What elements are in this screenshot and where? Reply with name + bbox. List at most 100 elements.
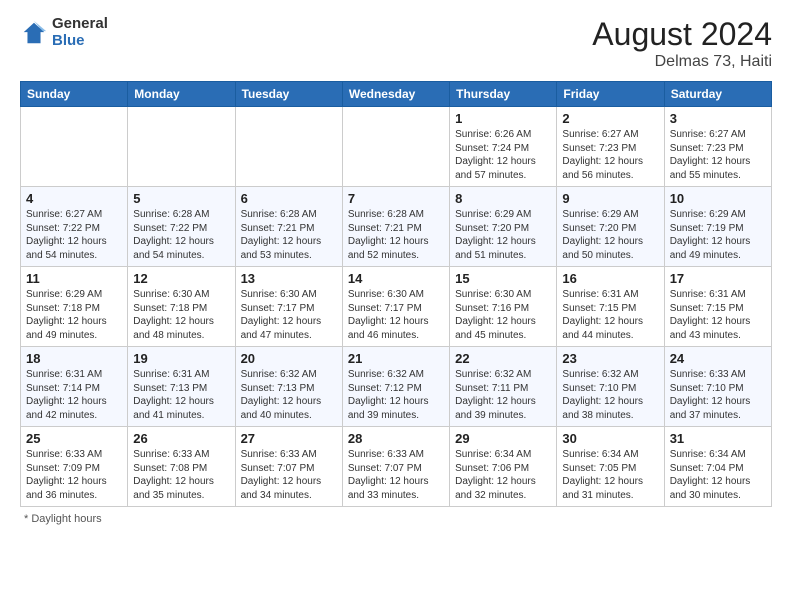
week-row-2: 4 Sunrise: 6:27 AM Sunset: 7:22 PM Daylig… — [21, 187, 772, 267]
day-info: Sunrise: 6:28 AM Sunset: 7:22 PM Dayligh… — [133, 208, 229, 262]
day-info: Sunrise: 6:30 AM Sunset: 7:16 PM Dayligh… — [455, 288, 551, 342]
day-cell: 28Sunrise: 6:33 AM Sunset: 7:07 PM Dayli… — [342, 427, 449, 507]
day-cell — [342, 107, 449, 187]
day-number: 21 — [348, 351, 444, 366]
title-block: August 2024 Delmas 73, Haiti — [592, 16, 772, 71]
logo-icon — [20, 19, 48, 47]
day-number: 26 — [133, 431, 229, 446]
day-number: 27 — [241, 431, 337, 446]
day-number: 5 — [133, 191, 229, 206]
day-cell: 19 Sunrise: 6:31 AM Sunset: 7:13 PM Dayli… — [128, 347, 235, 427]
col-header-tuesday: Tuesday — [235, 82, 342, 107]
day-cell: 30 Sunrise: 6:34 AM Sunset: 7:05 PM Dayli… — [557, 427, 664, 507]
location: Delmas 73, Haiti — [592, 53, 772, 71]
day-cell: 6 Sunrise: 6:28 AM Sunset: 7:21 PM Daylig… — [235, 187, 342, 267]
day-info: Sunrise: 6:29 AM Sunset: 7:18 PM Dayligh… — [26, 288, 122, 342]
day-number: 29 — [455, 431, 551, 446]
day-number: 3 — [670, 111, 766, 126]
day-info: Sunrise: 6:34 AM Sunset: 7:04 PM Dayligh… — [670, 448, 766, 502]
day-info: Sunrise: 6:33 AM Sunset: 7:07 PM Dayligh… — [348, 448, 444, 502]
day-cell: 8 Sunrise: 6:29 AM Sunset: 7:20 PM Daylig… — [450, 187, 557, 267]
day-cell: 4 Sunrise: 6:27 AM Sunset: 7:22 PM Daylig… — [21, 187, 128, 267]
day-number: 6 — [241, 191, 337, 206]
week-row-3: 11 Sunrise: 6:29 AM Sunset: 7:18 PM Dayli… — [21, 267, 772, 347]
day-number: 8 — [455, 191, 551, 206]
day-cell: 26 Sunrise: 6:33 AM Sunset: 7:08 PM Dayli… — [128, 427, 235, 507]
col-header-saturday: Saturday — [664, 82, 771, 107]
day-info: Sunrise: 6:27 AM Sunset: 7:22 PM Dayligh… — [26, 208, 122, 262]
day-cell: 1 Sunrise: 6:26 AM Sunset: 7:24 PM Daylig… — [450, 107, 557, 187]
day-info: Sunrise: 6:33 AM Sunset: 7:08 PM Dayligh… — [133, 448, 229, 502]
day-info: Sunrise: 6:33 AM Sunset: 7:10 PM Dayligh… — [670, 368, 766, 422]
day-info: Sunrise: 6:33 AM Sunset: 7:07 PM Dayligh… — [241, 448, 337, 502]
day-number: 19 — [133, 351, 229, 366]
day-cell — [235, 107, 342, 187]
day-number: 17 — [670, 271, 766, 286]
day-cell: 25Sunrise: 6:33 AM Sunset: 7:09 PM Dayli… — [21, 427, 128, 507]
day-number: 18 — [26, 351, 122, 366]
day-number: 25 — [26, 431, 122, 446]
day-cell: 15Sunrise: 6:30 AM Sunset: 7:16 PM Dayli… — [450, 267, 557, 347]
day-number: 31 — [670, 431, 766, 446]
day-number: 7 — [348, 191, 444, 206]
day-info: Sunrise: 6:28 AM Sunset: 7:21 PM Dayligh… — [241, 208, 337, 262]
day-info: Sunrise: 6:32 AM Sunset: 7:11 PM Dayligh… — [455, 368, 551, 422]
header: General Blue August 2024 Delmas 73, Hait… — [20, 16, 772, 71]
day-number: 11 — [26, 271, 122, 286]
week-row-1: 1 Sunrise: 6:26 AM Sunset: 7:24 PM Daylig… — [21, 107, 772, 187]
day-info: Sunrise: 6:27 AM Sunset: 7:23 PM Dayligh… — [562, 128, 658, 182]
day-cell: 29 Sunrise: 6:34 AM Sunset: 7:06 PM Dayli… — [450, 427, 557, 507]
day-info: Sunrise: 6:29 AM Sunset: 7:19 PM Dayligh… — [670, 208, 766, 262]
col-header-friday: Friday — [557, 82, 664, 107]
day-cell: 22 Sunrise: 6:32 AM Sunset: 7:11 PM Dayli… — [450, 347, 557, 427]
day-info: Sunrise: 6:28 AM Sunset: 7:21 PM Dayligh… — [348, 208, 444, 262]
day-info: Sunrise: 6:34 AM Sunset: 7:06 PM Dayligh… — [455, 448, 551, 502]
day-cell — [21, 107, 128, 187]
day-number: 14 — [348, 271, 444, 286]
day-cell: 31 Sunrise: 6:34 AM Sunset: 7:04 PM Dayli… — [664, 427, 771, 507]
day-number: 22 — [455, 351, 551, 366]
day-cell: 20Sunrise: 6:32 AM Sunset: 7:13 PM Dayli… — [235, 347, 342, 427]
day-info: Sunrise: 6:30 AM Sunset: 7:18 PM Dayligh… — [133, 288, 229, 342]
col-header-sunday: Sunday — [21, 82, 128, 107]
day-number: 10 — [670, 191, 766, 206]
day-number: 30 — [562, 431, 658, 446]
day-info: Sunrise: 6:27 AM Sunset: 7:23 PM Dayligh… — [670, 128, 766, 182]
day-info: Sunrise: 6:31 AM Sunset: 7:13 PM Dayligh… — [133, 368, 229, 422]
day-info: Sunrise: 6:32 AM Sunset: 7:13 PM Dayligh… — [241, 368, 337, 422]
day-info: Sunrise: 6:31 AM Sunset: 7:14 PM Dayligh… — [26, 368, 122, 422]
col-header-thursday: Thursday — [450, 82, 557, 107]
day-info: Sunrise: 6:26 AM Sunset: 7:24 PM Dayligh… — [455, 128, 551, 182]
col-header-monday: Monday — [128, 82, 235, 107]
day-number: 4 — [26, 191, 122, 206]
day-number: 2 — [562, 111, 658, 126]
day-cell: 10 Sunrise: 6:29 AM Sunset: 7:19 PM Dayli… — [664, 187, 771, 267]
day-number: 24 — [670, 351, 766, 366]
logo: General Blue — [20, 16, 108, 49]
day-info: Sunrise: 6:29 AM Sunset: 7:20 PM Dayligh… — [562, 208, 658, 262]
day-cell: 7 Sunrise: 6:28 AM Sunset: 7:21 PM Daylig… — [342, 187, 449, 267]
day-cell: 3 Sunrise: 6:27 AM Sunset: 7:23 PM Daylig… — [664, 107, 771, 187]
day-cell: 14 Sunrise: 6:30 AM Sunset: 7:17 PM Dayli… — [342, 267, 449, 347]
logo-blue: Blue — [52, 33, 108, 50]
day-number: 16 — [562, 271, 658, 286]
day-number: 12 — [133, 271, 229, 286]
day-info: Sunrise: 6:34 AM Sunset: 7:05 PM Dayligh… — [562, 448, 658, 502]
day-info: Sunrise: 6:31 AM Sunset: 7:15 PM Dayligh… — [670, 288, 766, 342]
day-cell: 5 Sunrise: 6:28 AM Sunset: 7:22 PM Daylig… — [128, 187, 235, 267]
day-info: Sunrise: 6:32 AM Sunset: 7:12 PM Dayligh… — [348, 368, 444, 422]
day-info: Sunrise: 6:29 AM Sunset: 7:20 PM Dayligh… — [455, 208, 551, 262]
day-info: Sunrise: 6:32 AM Sunset: 7:10 PM Dayligh… — [562, 368, 658, 422]
month-year: August 2024 — [592, 16, 772, 53]
day-number: 1 — [455, 111, 551, 126]
footer-note-text: Daylight hours — [31, 513, 101, 525]
day-cell: 13Sunrise: 6:30 AM Sunset: 7:17 PM Dayli… — [235, 267, 342, 347]
day-cell: 27 Sunrise: 6:33 AM Sunset: 7:07 PM Dayli… — [235, 427, 342, 507]
day-number: 9 — [562, 191, 658, 206]
day-cell — [128, 107, 235, 187]
day-number: 23 — [562, 351, 658, 366]
day-info: Sunrise: 6:30 AM Sunset: 7:17 PM Dayligh… — [241, 288, 337, 342]
day-info: Sunrise: 6:30 AM Sunset: 7:17 PM Dayligh… — [348, 288, 444, 342]
day-cell: 9 Sunrise: 6:29 AM Sunset: 7:20 PM Daylig… — [557, 187, 664, 267]
day-info: Sunrise: 6:31 AM Sunset: 7:15 PM Dayligh… — [562, 288, 658, 342]
